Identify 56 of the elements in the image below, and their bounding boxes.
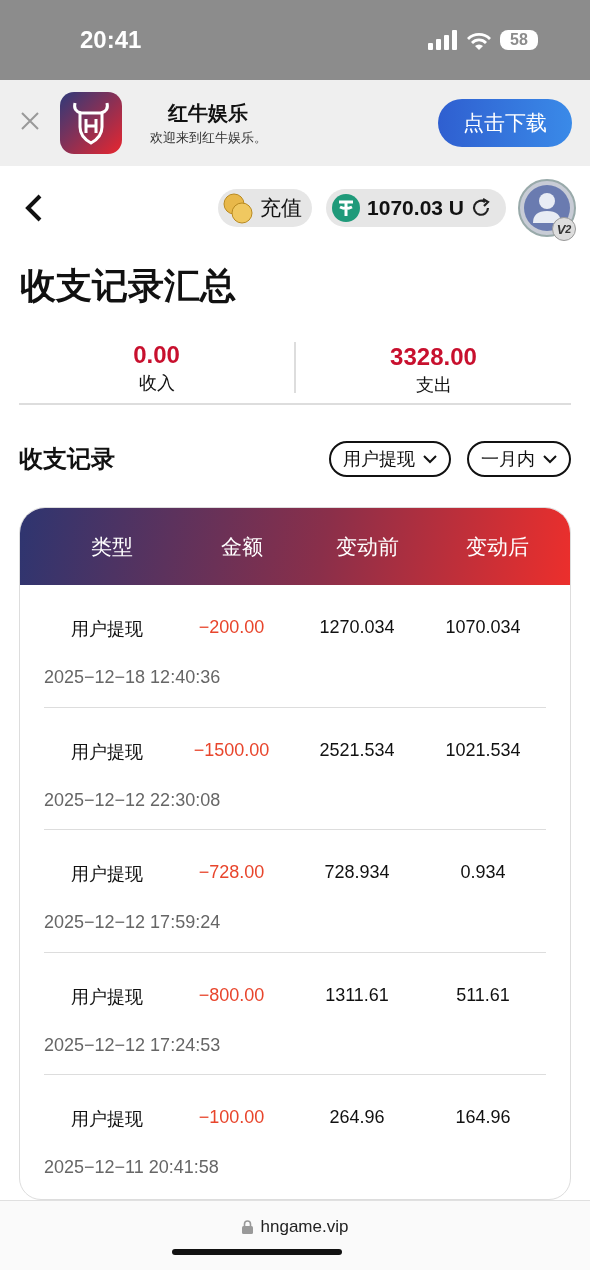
balance-after: 164.96 — [454, 1107, 512, 1129]
avatar-icon[interactable] — [518, 179, 576, 237]
summary-value: 3328.00 — [390, 342, 477, 372]
app-name: 红牛娱乐 — [168, 100, 248, 126]
balance-before: 1270.034 — [318, 617, 396, 639]
tether-icon — [331, 193, 362, 223]
balance-amount: 1070.03 U — [367, 196, 464, 220]
download-button[interactable]: 点击下载 — [438, 99, 572, 147]
balance-after: 0.934 — [459, 862, 507, 884]
record-type: 用户提现 — [69, 863, 144, 886]
page-title: 收支记录汇总 — [19, 264, 237, 308]
wifi-icon — [466, 30, 492, 50]
column-header: 变动前 — [334, 533, 400, 560]
column-header: 类型 — [90, 533, 134, 560]
summary-label: 支出 — [415, 374, 452, 397]
record-time: 2025−12−11 20:41:58 — [44, 1157, 220, 1178]
balance-before: 2521.534 — [318, 739, 396, 762]
recharge-button[interactable]: 充值 — [218, 189, 313, 227]
balance-after: 1021.534 — [444, 739, 522, 762]
back-icon[interactable] — [24, 193, 44, 223]
record-time: 2025−12−12 17:24:53 — [44, 1034, 222, 1056]
app-logo — [60, 92, 122, 154]
filter-dropdown[interactable]: 用户提现 — [329, 441, 451, 477]
balance-before: 1311.61 — [324, 984, 390, 1007]
record-time: 2025−12−12 22:30:08 — [44, 789, 222, 811]
battery-level: 58 — [500, 30, 538, 50]
section-title: 收支记录 — [19, 444, 116, 474]
signal-icon — [428, 30, 458, 50]
column-header: 金额 — [220, 533, 264, 560]
record-type: 用户提现 — [69, 1108, 144, 1131]
record-time: 2025−12−18 12:40:36 — [44, 667, 222, 688]
record-time: 2025−12−12 17:59:24 — [44, 912, 222, 933]
record-type: 用户提现 — [69, 985, 144, 1009]
record-type: 用户提现 — [69, 618, 144, 641]
clock-time: 20:41 — [80, 26, 142, 54]
summary-label: 收入 — [138, 372, 175, 395]
balance-after: 1070.034 — [444, 617, 522, 639]
record-amount: −200.00 — [197, 617, 266, 639]
filter-dropdown[interactable]: 一月内 — [467, 441, 571, 477]
record-amount: −728.00 — [197, 862, 266, 884]
balance-before: 728.934 — [323, 862, 391, 884]
coins-icon — [222, 192, 255, 224]
chevron-down-icon — [423, 454, 437, 464]
summary-value: 0.00 — [133, 340, 180, 370]
chevron-down-icon — [543, 454, 557, 464]
record-amount: −1500.00 — [192, 739, 271, 762]
balance-before: 264.96 — [328, 1107, 386, 1129]
record-amount: −100.00 — [197, 1107, 266, 1129]
record-type: 用户提现 — [69, 740, 144, 764]
app-tagline: 欢迎来到红牛娱乐。 — [150, 128, 267, 147]
column-header: 变动后 — [464, 533, 530, 560]
refresh-icon[interactable] — [470, 197, 492, 219]
lock-icon — [241, 1220, 253, 1234]
record-amount: −800.00 — [197, 984, 266, 1007]
page-url[interactable]: hngame.vip — [260, 1217, 349, 1237]
balance-after: 511.61 — [455, 984, 511, 1007]
